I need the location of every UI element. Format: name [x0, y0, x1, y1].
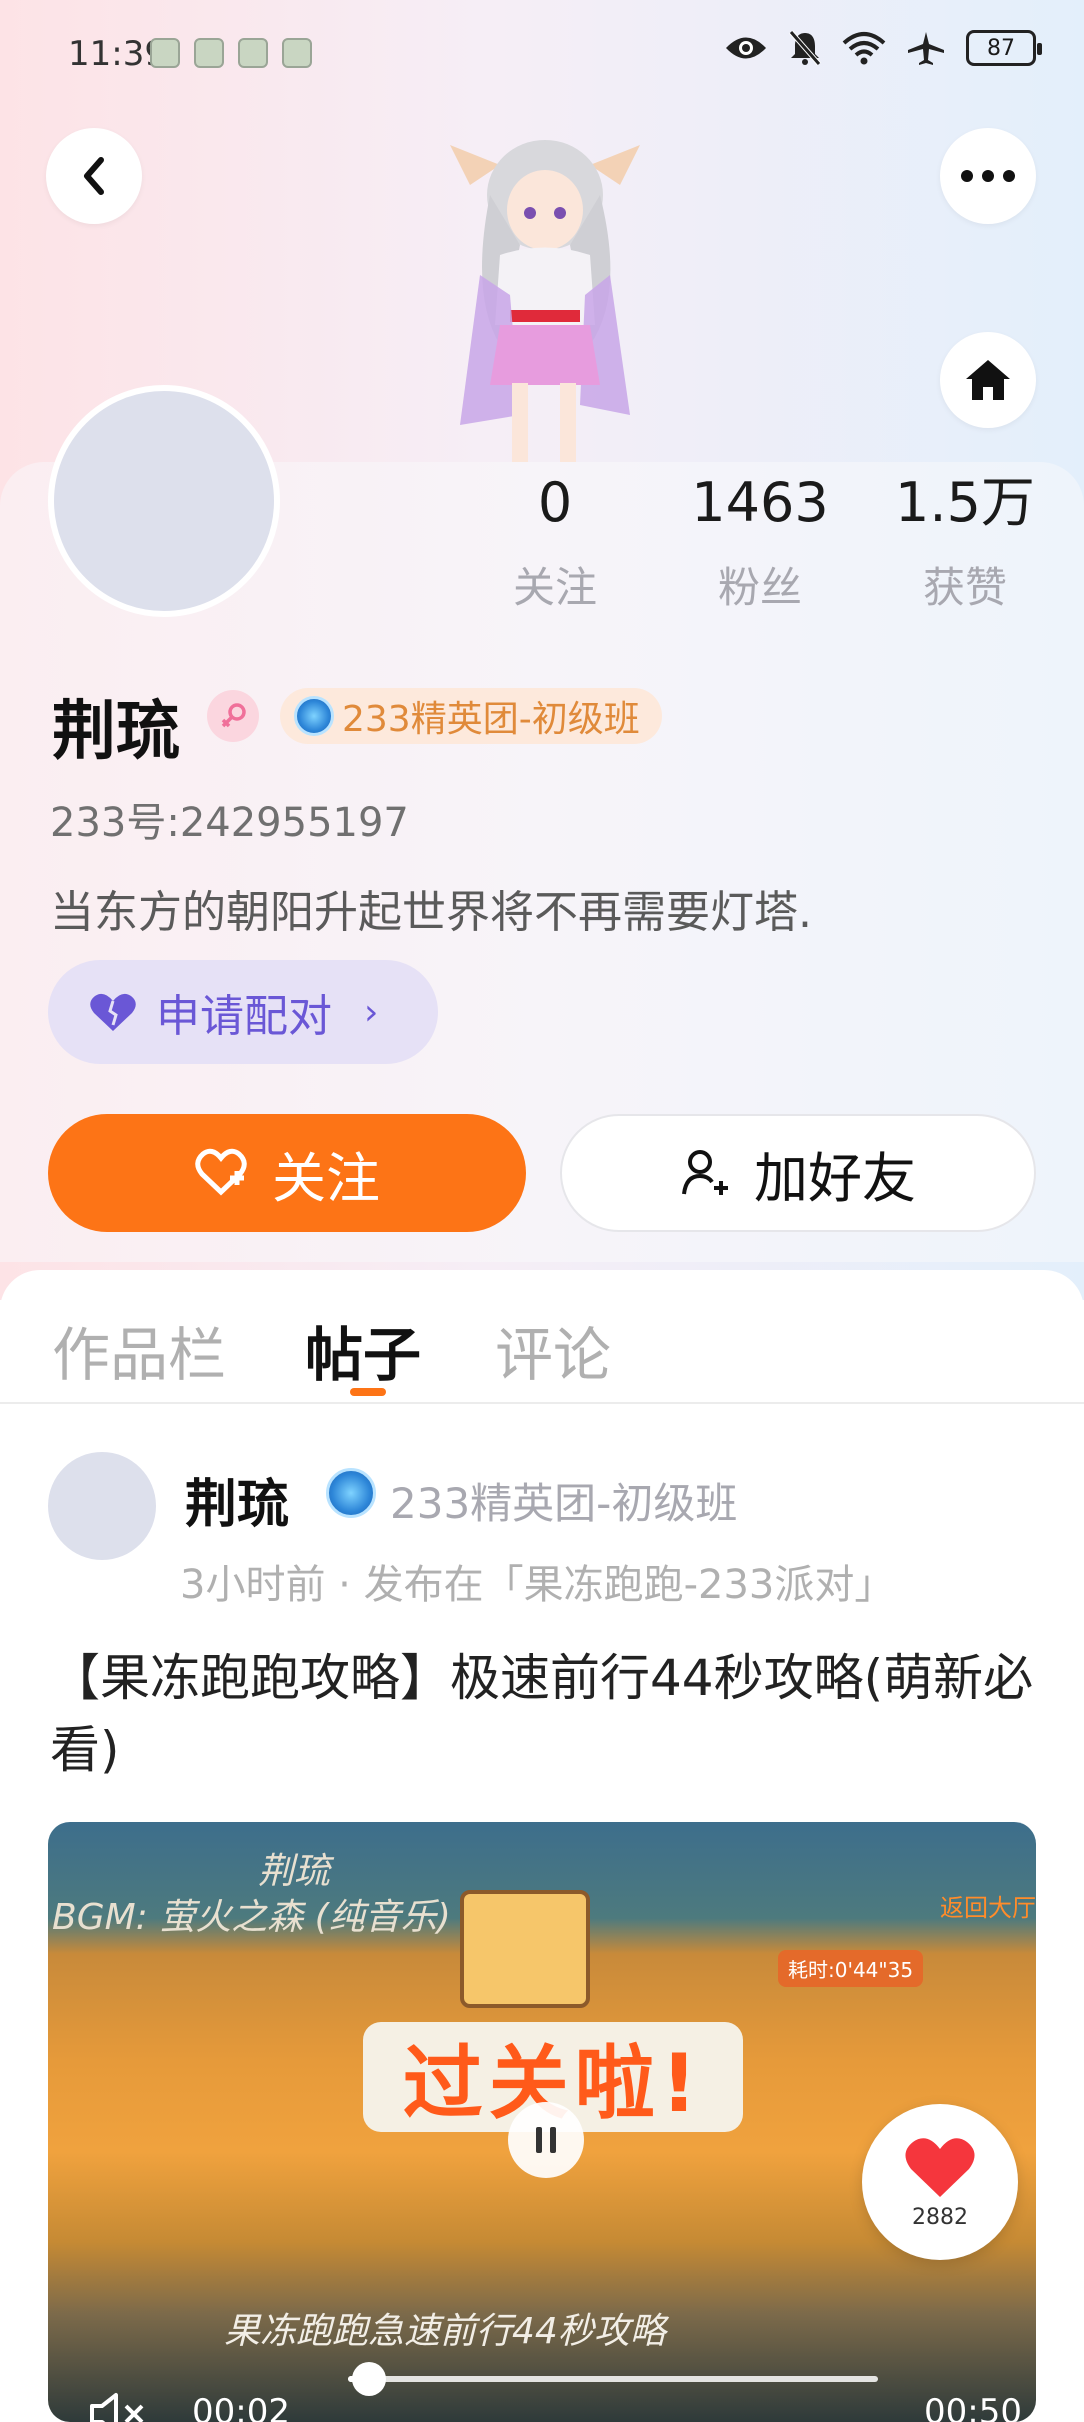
stat-fans[interactable]: 1463 粉丝	[680, 470, 840, 615]
chevron-right-icon: ›	[364, 991, 379, 1033]
status-indicators: 87	[724, 30, 1042, 66]
status-app-icons	[150, 38, 312, 68]
home-button[interactable]	[940, 332, 1036, 428]
mute-bell-icon	[789, 30, 821, 66]
wifi-icon	[842, 32, 886, 65]
heart-pair-icon	[90, 993, 136, 1031]
rank-badge-label: 233精英团-初级班	[342, 699, 640, 740]
user-id: 233号:242955197	[50, 800, 409, 846]
video-progress-thumb[interactable]	[352, 2362, 387, 2396]
app-notification-icon	[282, 38, 312, 68]
follow-button[interactable]: 关注	[48, 1114, 526, 1232]
add-user-icon	[682, 1150, 728, 1195]
home-icon	[966, 360, 1010, 400]
stat-following[interactable]: 0 关注	[475, 470, 635, 615]
pause-button[interactable]	[508, 2102, 584, 2178]
stat-likes-value: 1.5万	[895, 471, 1035, 534]
heart-icon	[905, 2137, 975, 2197]
follow-label: 关注	[272, 1146, 380, 1210]
stat-likes: 1.5万 获赞	[885, 470, 1045, 615]
airplane-mode-icon	[908, 32, 944, 65]
post-video[interactable]: 荆琉 BGM: 萤火之森 (纯音乐) 返回大厅 耗时:0'44"35 过关啦! …	[48, 1822, 1036, 2422]
like-count: 2882	[912, 2204, 968, 2230]
app-notification-icon	[150, 38, 180, 68]
video-total-time: 00:50	[924, 2392, 1022, 2422]
profile-bio: 当东方的朝阳升起世界将不再需要灯塔.	[50, 887, 812, 938]
heart-plus-icon	[195, 1148, 247, 1196]
post-title[interactable]: 【果冻跑跑攻略】极速前行44秒攻略(萌新必看)	[50, 1642, 1040, 1786]
rank-medal-icon	[326, 1468, 376, 1518]
video-author-overlay: 荆琉	[258, 1851, 331, 1892]
post-meta: 3小时前 · 发布在「果冻跑跑-233派对」	[180, 1562, 895, 1608]
avatar-character-illustration	[450, 140, 640, 463]
video-progress-bar[interactable]	[348, 2362, 878, 2396]
apply-pair-button[interactable]: 申请配对 ›	[48, 960, 438, 1064]
more-options-button[interactable]	[940, 128, 1036, 224]
post-author-avatar[interactable]	[48, 1452, 156, 1560]
pause-icon	[536, 2127, 556, 2153]
app-notification-icon	[194, 38, 224, 68]
post-author-name[interactable]: 荆琉	[185, 1462, 289, 1537]
video-current-time: 00:02	[192, 2392, 290, 2422]
tab-comments[interactable]: 评论	[495, 1308, 611, 1392]
add-friend-label: 加好友	[754, 1146, 916, 1210]
video-timer-label: 耗时:0'44"35	[778, 1950, 924, 1987]
add-friend-button[interactable]: 加好友	[560, 1114, 1036, 1232]
back-button[interactable]	[46, 128, 142, 224]
post-author-rank: 233精英团-初级班	[390, 1479, 738, 1528]
content-tabs: 作品栏 帖子 评论	[0, 1270, 1084, 1404]
chevron-left-icon	[84, 157, 104, 195]
video-return-label: 返回大厅	[940, 1894, 1036, 1922]
tab-works[interactable]: 作品栏	[52, 1308, 226, 1392]
more-dots-icon	[961, 170, 1015, 182]
rank-badge[interactable]: 233精英团-初级班	[280, 688, 662, 744]
video-caption: 果冻跑跑急速前行44秒攻略	[224, 2311, 666, 2352]
status-bar: 11:39 87	[0, 0, 1084, 110]
stat-following-value: 0	[537, 471, 573, 534]
app-notification-icon	[238, 38, 268, 68]
stat-following-label: 关注	[512, 563, 597, 612]
eye-icon	[726, 37, 766, 59]
rank-medal-icon	[294, 696, 334, 736]
battery-icon: 87	[966, 30, 1042, 66]
profile-avatar[interactable]	[48, 385, 280, 617]
mute-icon[interactable]	[88, 2392, 150, 2422]
stat-fans-label: 粉丝	[717, 563, 802, 612]
like-button[interactable]: 2882	[862, 2104, 1018, 2260]
active-tab-indicator	[350, 1388, 386, 1396]
apply-pair-label: 申请配对	[156, 991, 332, 1042]
video-bgm-overlay: BGM: 萤火之森 (纯音乐)	[52, 1897, 451, 1938]
profile-name: 荆琉	[52, 695, 180, 769]
stat-fans-value: 1463	[691, 471, 829, 534]
battery-level: 87	[987, 35, 1015, 61]
tab-posts[interactable]: 帖子	[305, 1308, 421, 1392]
stat-likes-label: 获赞	[922, 563, 1007, 612]
female-icon	[207, 690, 259, 742]
video-mascot	[460, 1890, 590, 2008]
